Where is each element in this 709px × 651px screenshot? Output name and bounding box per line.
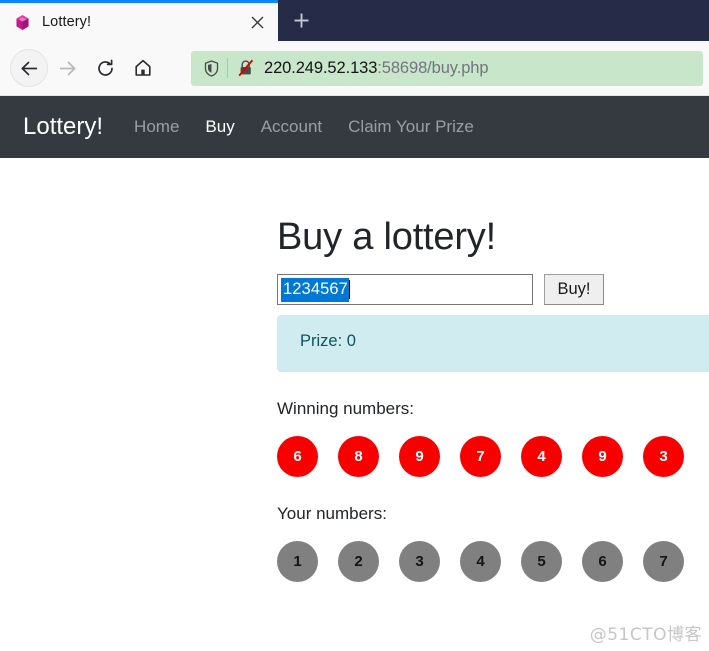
plus-icon [294, 13, 308, 28]
lottery-number-input[interactable]: 1234567 [277, 274, 533, 305]
reload-button[interactable] [86, 49, 124, 87]
your-numbers-row: 1 2 3 4 5 6 7 [277, 541, 709, 582]
nav-link-home[interactable]: Home [134, 117, 179, 137]
url-path: :58698/buy.php [377, 58, 489, 77]
forward-button[interactable] [48, 49, 86, 87]
page-title: Buy a lottery! [277, 216, 496, 258]
page-viewport: Lottery! Home Buy Account Claim Your Pri… [0, 96, 709, 651]
your-ball: 3 [399, 541, 440, 582]
your-ball: 5 [521, 541, 562, 582]
watermark: @51CTO博客 [589, 625, 702, 645]
site-brand[interactable]: Lottery! [23, 113, 103, 141]
address-bar-divider [227, 58, 228, 78]
browser-tab[interactable]: Lottery! [0, 0, 278, 41]
browser-toolbar: 220.249.52.133:58698/buy.php [0, 41, 709, 96]
your-ball: 7 [643, 541, 684, 582]
winning-ball: 4 [521, 436, 562, 477]
home-icon [135, 59, 151, 76]
winning-ball: 7 [460, 436, 501, 477]
winning-ball: 9 [399, 436, 440, 477]
prize-alert: Prize: 0 [277, 315, 709, 372]
site-nav-links: Home Buy Account Claim Your Prize [134, 117, 474, 137]
close-icon [251, 16, 263, 28]
text-caret [348, 280, 350, 299]
forward-arrow-icon [59, 61, 76, 75]
address-bar[interactable]: 220.249.52.133:58698/buy.php [191, 50, 703, 86]
winning-ball: 6 [277, 436, 318, 477]
winning-ball: 8 [338, 436, 379, 477]
nav-link-account[interactable]: Account [261, 117, 322, 137]
buy-button[interactable]: Buy! [544, 274, 604, 305]
lottery-number-input-value: 1234567 [281, 277, 349, 302]
buy-form: 1234567 Buy! [277, 274, 709, 305]
lock-crossed-glyph [238, 59, 254, 77]
shield-glyph [204, 59, 218, 77]
winning-ball: 3 [643, 436, 684, 477]
gem-icon [16, 14, 29, 30]
winning-ball: 9 [582, 436, 623, 477]
your-ball: 4 [460, 541, 501, 582]
shield-icon [201, 58, 221, 78]
insecure-lock-icon[interactable] [236, 58, 256, 78]
url-host: 220.249.52.133 [264, 58, 378, 77]
browser-window: Lottery! 220.249.52.133:58698/buy.php Lo… [0, 0, 709, 651]
reload-icon [97, 59, 113, 76]
your-numbers-label: Your numbers: [277, 504, 387, 523]
prize-alert-text: Prize: 0 [300, 332, 356, 350]
your-ball: 6 [582, 541, 623, 582]
tab-close-icon[interactable] [244, 9, 270, 35]
new-tab-button[interactable] [280, 0, 322, 41]
back-arrow-icon [20, 61, 37, 75]
browser-titlebar: Lottery! [0, 0, 709, 41]
tab-title: Lottery! [42, 14, 92, 30]
address-bar-text: 220.249.52.133:58698/buy.php [264, 59, 488, 78]
winning-numbers-row: 6 8 9 7 4 9 3 [277, 436, 709, 477]
winning-numbers-label: Winning numbers: [277, 399, 415, 418]
page-container: Buy a lottery! 1234567 Buy! Prize: 0 Win… [0, 158, 709, 582]
nav-link-buy[interactable]: Buy [205, 117, 234, 137]
site-navbar: Lottery! Home Buy Account Claim Your Pri… [0, 96, 709, 158]
your-ball: 1 [277, 541, 318, 582]
your-ball: 2 [338, 541, 379, 582]
home-button[interactable] [124, 49, 162, 87]
nav-link-claim-your-prize[interactable]: Claim Your Prize [348, 117, 474, 137]
back-button[interactable] [10, 49, 48, 87]
